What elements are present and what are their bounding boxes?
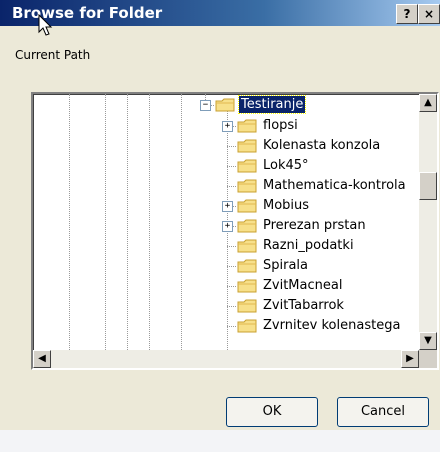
tree-guide-line [127, 94, 128, 350]
dialog-title: Browse for Folder [12, 4, 163, 22]
folder-icon [237, 219, 257, 233]
scroll-down-button[interactable]: ▼ [419, 332, 437, 350]
title-bar[interactable]: Browse for Folder ? × [0, 0, 440, 26]
tree-item-label: ZvitMacneal [263, 278, 343, 293]
current-path-label: Current Path [15, 48, 91, 62]
expand-icon[interactable]: + [222, 121, 233, 132]
tree-item-label: Zvrnitev kolenastega [263, 318, 401, 333]
scroll-thumb[interactable] [419, 172, 437, 200]
tree-item-label: Spirala [263, 258, 309, 273]
tree-item-label: Lok45° [263, 158, 309, 173]
tree-guide-line [69, 94, 70, 350]
browse-folder-dialog: Browse for Folder ? × Current Path Testi… [0, 0, 440, 430]
folder-icon [237, 259, 257, 273]
tree-connector-line [227, 146, 236, 147]
tree-item-label: ZvitTabarrok [263, 298, 344, 313]
tree-item-label: Testiranje [237, 95, 307, 114]
tree-connector-line [227, 286, 236, 287]
folder-icon [237, 139, 257, 153]
tree-item-label: Mathematica-kontrola [263, 178, 406, 193]
scroll-right-button[interactable]: ▶ [401, 350, 419, 368]
tree-connector-line [227, 306, 236, 307]
expand-icon[interactable]: + [222, 221, 233, 232]
collapse-icon[interactable]: − [200, 100, 211, 111]
tree-connector-line [227, 246, 236, 247]
folder-tree[interactable]: Testiranje − flopsi + Kolenasta konzola Lok45… [31, 92, 439, 370]
folder-icon [237, 199, 257, 213]
tree-guide-line [105, 94, 106, 350]
help-button[interactable]: ? [396, 4, 418, 24]
folder-icon [237, 319, 257, 333]
folder-icon [237, 299, 257, 313]
expand-icon[interactable]: + [222, 201, 233, 212]
scroll-left-button[interactable]: ◀ [33, 350, 51, 368]
tree-guide-line [149, 94, 150, 350]
tree-connector-line [227, 166, 236, 167]
tree-guide-line [181, 94, 182, 350]
horizontal-scrollbar[interactable]: ◀ ▶ [33, 350, 419, 368]
folder-icon [215, 98, 235, 112]
close-button[interactable]: × [418, 4, 440, 24]
tree-item-label: Mobius [263, 198, 310, 213]
mouse-cursor-icon [38, 14, 53, 36]
scroll-up-button[interactable]: ▲ [419, 94, 437, 112]
tree-item-label: Razni_podatki [263, 238, 354, 253]
tree-connector-line [227, 326, 236, 327]
folder-icon [237, 119, 257, 133]
tree-connector-line [227, 186, 236, 187]
folder-icon [237, 159, 257, 173]
tree-item-label: Prerezan prstan [263, 218, 366, 233]
tree-connector-line [227, 266, 236, 267]
vertical-scrollbar[interactable]: ▲ ▼ [419, 94, 437, 350]
folder-icon [237, 279, 257, 293]
tree-item-label: flopsi [263, 118, 298, 133]
folder-icon [237, 239, 257, 253]
cancel-button[interactable]: Cancel [337, 397, 429, 427]
ok-button[interactable]: OK [226, 397, 318, 427]
folder-icon [237, 179, 257, 193]
tree-item-label: Kolenasta konzola [263, 138, 381, 153]
scrollbar-corner [419, 350, 437, 368]
